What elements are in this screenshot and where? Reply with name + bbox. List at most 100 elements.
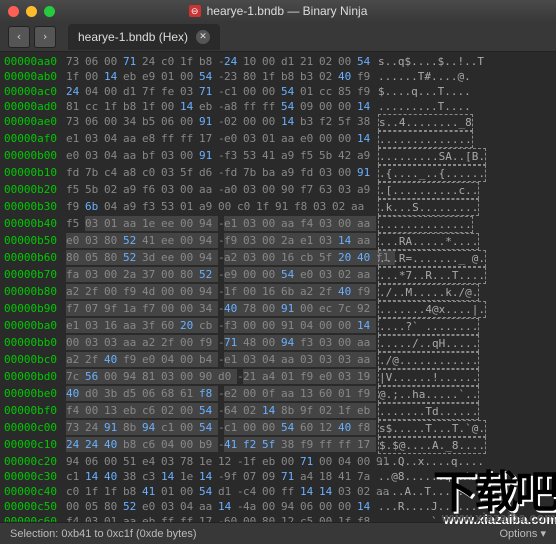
hex-bytes[interactable]: e10304aae8ffff17-e00301aae0000014 [66,131,374,148]
hex-bytes[interactable]: 000303aaa22f00f9-71480094f30300aa [66,335,374,352]
hex-row[interactable]: 00000b70fa03002a37008052-e9000054e00302a… [4,267,552,284]
back-button[interactable]: ‹ [8,26,30,48]
address: 00000aa0 [4,54,66,69]
ascii: .{...._..{...... [378,165,486,182]
hex-bytes[interactable]: 242440b8c60400b9-41f25f38f9ffff17 [66,437,374,454]
hex-bytes[interactable]: 7324918b94c10054-c1000054601240f8 [66,420,374,437]
tab-hex[interactable]: hearye-1.bndb (Hex) ✕ [68,24,220,50]
address: 00000b80 [4,284,66,301]
hex-bytes[interactable]: 240400d17ffe0371-c100005401cc85f9 [66,84,374,99]
window-title: ⊖ hearye-1.bndb — Binary Ninja [0,4,556,18]
address: 00000c30 [4,469,66,484]
hex-row[interactable]: 00000ab01f0014ebe9010054-23801fb8b30240f… [4,69,552,84]
hex-bytes[interactable]: 800580523dee0094-a2030016cb5f2040f1 [66,250,374,267]
hex-row[interactable]: 00000be040d03bd5066861f8-e2000faa136001f… [4,386,552,403]
ascii: |V......!...... [378,369,479,386]
hex-row[interactable]: 00000bd07c56009481030090d0-21a401f9e0031… [4,369,552,386]
hex-row[interactable]: 00000b10fd7bc4a8c0035fd6-fd7bbaa9fd03009… [4,165,552,182]
watermark: 下载吧 www.xiazaiba.com [433,473,556,524]
hex-bytes[interactable]: 40d03bd5066861f8-e2000faa136001f9 [66,386,374,403]
hex-bytes[interactable]: 00058052e00304aa14-4a009406000014 [66,499,374,514]
address: 00000b60 [4,250,66,267]
address: 00000ad0 [4,99,66,114]
hex-row[interactable]: 00000bf0f40013ebc6020054-6402148b9f021fe… [4,403,552,420]
hex-row[interactable]: 00000b30f96b04a9f35301a900c01f91f80302aa… [4,199,552,216]
hex-bytes[interactable]: f40013ebc6020054-6402148b9f021feb [66,403,374,420]
hex-row[interactable]: 00000c007324918b94c10054-c1000054601240f… [4,420,552,437]
address: 00000b30 [4,199,66,216]
hex-bytes[interactable]: 1f0014ebe9010054-23801fb8b30240f9 [66,69,374,84]
ascii: @.;..ha.....`.. [378,386,479,403]
hex-bytes[interactable]: f50301aa1eee0094-e10300aaf40300aa [66,216,374,233]
hex-bytes[interactable]: 81cc1fb81f0014eb-a8ffff5409000014 [66,99,374,114]
address: 00000c40 [4,484,66,499]
ascii: $.$@....A._8.... [378,437,486,454]
hex-row[interactable]: 00000af0e10304aae8ffff17-e00301aae000001… [4,131,552,148]
hex-bytes[interactable]: 7306007124c01fb8-241000d121020054 [66,54,374,69]
ascii: ./..M.....k./@. [378,284,479,301]
hex-row[interactable]: 00000aa07306007124c01fb8-241000d12102005… [4,54,552,69]
address: 00000b70 [4,267,66,284]
address: 00000bc0 [4,352,66,369]
address: 00000c20 [4,454,66,469]
address: 00000bd0 [4,369,66,386]
hex-bytes[interactable]: 7c56009481030090d0-21a401f9e00319 [66,369,374,386]
hex-row[interactable]: 00000ad081cc1fb81f0014eb-a8ffff540900001… [4,99,552,114]
hex-row[interactable]: 00000ac0240400d17ffe0371-c100005401cc85f… [4,84,552,99]
hex-bytes[interactable]: f40301aaebffff17-60008012c5001ff8 [66,514,374,522]
address: 00000b10 [4,165,66,182]
hex-row[interactable]: 00000b90f7079f1af7000034-4078009100ec7c9… [4,301,552,318]
hex-view[interactable]: 00000aa07306007124c01fb8-241000d12102005… [0,52,556,522]
address: 00000c50 [4,499,66,514]
hex-bytes[interactable]: c01f1fb841010054d1-c400ff14140302aa [66,484,374,499]
ascii: ...../..qH..... [378,335,479,352]
ascii: .k...S......... [378,199,479,216]
hex-bytes[interactable]: e10316aa3f6020cb-f300009104000014 [66,318,374,335]
hex-bytes[interactable]: f55b02a9f60300aa-a0030090f76303a9 [66,182,374,199]
ascii: ...RA.....*.... [378,233,479,250]
address: 00000ba0 [4,318,66,335]
hex-row[interactable]: 00000c10242440b8c60400b9-41f25f38f9ffff1… [4,437,552,454]
hex-bytes[interactable]: c1144038c3141e14-9f070971a418417a [66,469,374,484]
hex-bytes[interactable]: fa03002a37008052-e9000054e00302aa [66,267,374,284]
address: 00000b00 [4,148,66,165]
hex-bytes[interactable]: 73060034b5060091-02000014b3f25f38 [66,114,374,131]
hex-bytes[interactable]: a22f40f9e00400b4-e10304aa030303aa [66,352,374,369]
hex-row[interactable]: 00000ae073060034b5060091-02000014b3f25f3… [4,114,552,131]
hex-bytes[interactable]: 94060051e403781e12-1feb007100040091 [66,454,374,469]
hex-row[interactable]: 00000b60800580523dee0094-a2030016cb5f204… [4,250,552,267]
hex-row[interactable]: 00000b00e00304aabf030091-f35341a9f55b42a… [4,148,552,165]
address: 00000ae0 [4,114,66,131]
hex-bytes[interactable]: e00304aabf030091-f35341a9f55b42a9 [66,148,374,165]
hex-bytes[interactable]: f7079f1af7000034-4078009100ec7c92 [66,301,374,318]
hex-bytes[interactable]: a22f00f94d000094-1f00166ba22f40f9 [66,284,374,301]
ascii: .......4@x....|. [378,301,486,318]
hex-row[interactable]: 00000ba0e10316aa3f6020cb-f30000910400001… [4,318,552,335]
ascii: .[..........c.. [378,182,479,199]
ascii: ...R=......._ @. [378,250,486,267]
hex-bytes[interactable]: f96b04a9f35301a900c01f91f80302aa [66,199,374,216]
address: 00000c60 [4,514,66,522]
options-button[interactable]: Options [500,527,547,540]
tab-label: hearye-1.bndb (Hex) [78,30,188,44]
address: 00000b50 [4,233,66,250]
status-bar: Selection: 0xb41 to 0xc1f (0xde bytes) O… [0,522,556,544]
hex-row[interactable]: 00000b40f50301aa1eee0094-e10300aaf40300a… [4,216,552,233]
forward-button[interactable]: › [34,26,56,48]
ascii: .........SA..[B. [378,148,486,165]
address: 00000be0 [4,386,66,403]
close-tab-icon[interactable]: ✕ [196,30,210,44]
ascii: .............. [378,131,473,148]
hex-row[interactable]: 00000b80a22f00f94d000094-1f00166ba22f40f… [4,284,552,301]
address: 00000ac0 [4,84,66,99]
hex-row[interactable]: 00000b50e003805241ee0094-f903002ae10314a… [4,233,552,250]
hex-bytes[interactable]: e003805241ee0094-f903002ae10314aa [66,233,374,250]
address: 00000ab0 [4,69,66,84]
hex-row[interactable]: 00000b20f55b02a9f60300aa-a0030090f76303a… [4,182,552,199]
hex-row[interactable]: 00000bb0000303aaa22f00f9-71480094f30300a… [4,335,552,352]
hex-row[interactable]: 00000bc0a22f40f9e00400b4-e10304aa030303a… [4,352,552,369]
address: 00000b20 [4,182,66,199]
address: 00000bb0 [4,335,66,352]
hex-bytes[interactable]: fd7bc4a8c0035fd6-fd7bbaa9fd030091 [66,165,374,182]
ascii: ...*7..R...T.... [378,267,486,284]
